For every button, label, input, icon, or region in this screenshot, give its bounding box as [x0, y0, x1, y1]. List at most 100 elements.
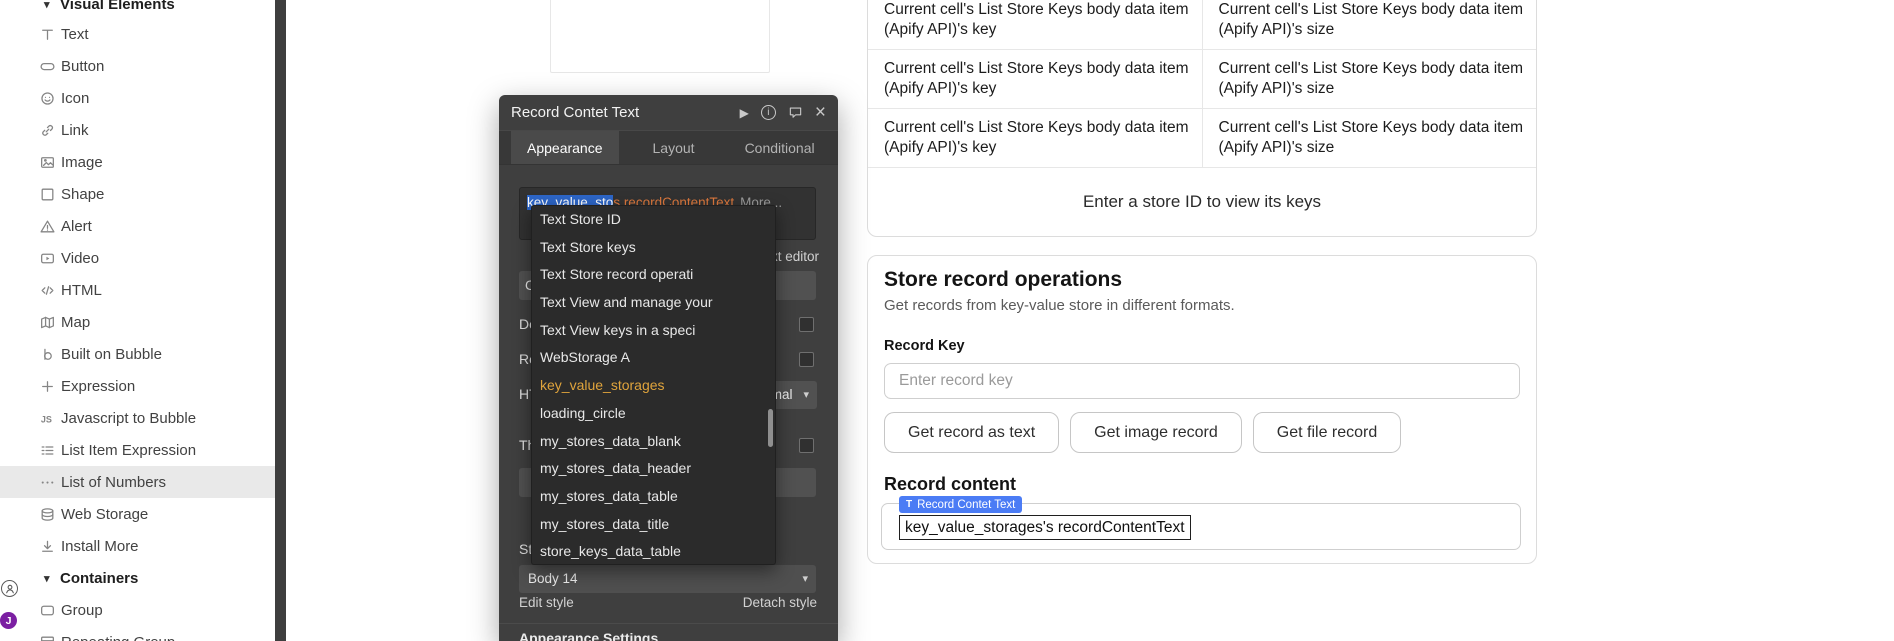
tab-layout[interactable]: Layout [637, 131, 711, 164]
table-cell-left[interactable]: Current cell's List Store Keys body data… [868, 50, 1202, 108]
property-editor: Record Contet Text ▶ i × Appearance Layou… [499, 95, 838, 641]
button-get-image-record[interactable]: Get image record [1070, 412, 1242, 453]
sidebar-item-icon[interactable]: Icon [0, 82, 275, 114]
record-content-group[interactable]: T Record Contet Text key_value_storages'… [881, 503, 1521, 550]
sidebar-item-group[interactable]: Group [0, 594, 275, 626]
sidebar-item-link[interactable]: Link [0, 114, 275, 146]
js-icon: JS [39, 410, 56, 427]
autocomplete-option[interactable]: Text Store record operati [532, 261, 775, 289]
video-icon [39, 250, 56, 267]
sidebar-item-label: Text [61, 26, 89, 43]
sidebar-item-alert[interactable]: Alert [0, 210, 275, 242]
table-cell-left[interactable]: Current cell's List Store Keys body data… [868, 0, 1202, 49]
link-icon [39, 122, 56, 139]
store-operations-card: Store record operations Get records from… [867, 255, 1537, 564]
preview-play-icon[interactable]: ▶ [740, 106, 749, 120]
sidebar-item-image[interactable]: Image [0, 146, 275, 178]
autocomplete-option[interactable]: Text View keys in a speci [532, 317, 775, 345]
sidebar-list: ▾Visual Elements Text Button IconLink Image S… [0, 0, 275, 641]
dropdown-scrollbar[interactable] [768, 409, 773, 447]
table-cell-right[interactable]: Current cell's List Store Keys body data… [1202, 50, 1537, 108]
sidebar-item-button[interactable]: Button [0, 50, 275, 82]
collaborator-avatar[interactable]: J [0, 612, 17, 629]
ops-buttons: Get record as text Get image record Get fi… [884, 412, 1520, 453]
edit-style-link[interactable]: Edit style [519, 595, 574, 610]
autocomplete-option[interactable]: loading_circle [532, 400, 775, 428]
autocomplete-option[interactable]: key_value_storages [532, 372, 775, 400]
autocomplete-option[interactable]: Text View and manage your [532, 289, 775, 317]
sidebar-item-shape[interactable]: Shape [0, 178, 275, 210]
property-editor-header[interactable]: Record Contet Text ▶ i × [499, 95, 838, 130]
table-cell-right[interactable]: Current cell's List Store Keys body data… [1202, 0, 1537, 49]
autocomplete-option[interactable]: WebStorage A [532, 344, 775, 372]
checkbox[interactable] [799, 317, 814, 332]
section-label: Visual Elements [60, 0, 175, 13]
button-get-record-as-text[interactable]: Get record as text [884, 412, 1059, 453]
sidebar-item-install-more[interactable]: Install More [0, 530, 275, 562]
sidebar-item-label: List of Numbers [61, 474, 166, 491]
property-editor-title: Record Contet Text [511, 104, 728, 121]
sidebar-item-map[interactable]: Map [0, 306, 275, 338]
sidebar-scrollbar[interactable] [275, 0, 286, 641]
sidebar-item-label: Button [61, 58, 104, 75]
rich-text-editor-link[interactable]: xt editor [771, 249, 819, 264]
record-key-input[interactable] [884, 363, 1520, 399]
sidebar-section-visual-elements[interactable]: ▾Visual Elements [0, 0, 275, 18]
install-more-icon [39, 538, 56, 555]
autocomplete-option[interactable]: Text Store ID [532, 206, 775, 234]
sidebar-item-label: Install More [61, 538, 139, 555]
style-select[interactable]: Body 14 ▾ [519, 565, 816, 593]
tab-conditional[interactable]: Conditional [729, 131, 831, 164]
chevron-down-icon: ▾ [803, 381, 809, 409]
cell-line2: (Apify API)'s size [1219, 20, 1537, 40]
checkbox[interactable] [799, 352, 814, 367]
sidebar-item-repeating-group[interactable]: Repeating Group [0, 626, 275, 641]
repeating-group-icon [39, 634, 56, 641]
card-title: Store record operations [884, 268, 1520, 292]
table-cell-left[interactable]: Current cell's List Store Keys body data… [868, 109, 1202, 167]
list-of-numbers-icon [39, 474, 56, 491]
user-presence-icon[interactable] [1, 580, 18, 597]
table-cell-right[interactable]: Current cell's List Store Keys body data… [1202, 109, 1537, 167]
close-icon[interactable]: × [815, 103, 826, 122]
autocomplete-option[interactable]: my_stores_data_header [532, 455, 775, 483]
sidebar-item-label: Group [61, 602, 103, 619]
sidebar-item-text[interactable]: Text [0, 18, 275, 50]
elements-sidebar: ▾Visual Elements Text Button IconLink Image S… [0, 0, 275, 641]
selected-text-element[interactable]: key_value_storages's recordContentText [899, 515, 1191, 540]
cell-line2: (Apify API)'s size [1219, 138, 1537, 158]
icon-icon [39, 90, 56, 107]
checkbox[interactable] [799, 438, 814, 453]
cell-line1: Current cell's List Store Keys body data… [1219, 0, 1537, 20]
selected-element-tag[interactable]: T Record Contet Text [899, 496, 1022, 513]
sidebar-item-video[interactable]: Video [0, 242, 275, 274]
sidebar-item-web-storage[interactable]: Web Storage [0, 498, 275, 530]
comment-icon[interactable] [788, 105, 803, 120]
table-row: Current cell's List Store Keys body data… [868, 0, 1536, 50]
sidebar-item-expression[interactable]: Expression [0, 370, 275, 402]
sidebar-item-label: Map [61, 314, 90, 331]
sidebar-item-label: Expression [61, 378, 135, 395]
info-icon[interactable]: i [761, 105, 776, 120]
autocomplete-option[interactable]: Text Store keys [532, 234, 775, 262]
svg-text:JS: JS [41, 414, 52, 424]
autocomplete-option[interactable]: my_stores_data_blank [532, 428, 775, 456]
appearance-settings-header[interactable]: Appearance Settings [519, 630, 658, 641]
web-storage-icon [39, 506, 56, 523]
autocomplete-option[interactable]: store_keys_data_table [532, 538, 775, 565]
sidebar-item-list-item-expression[interactable]: List Item Expression [0, 434, 275, 466]
detach-style-link[interactable]: Detach style [743, 595, 817, 610]
cell-line1: Current cell's List Store Keys body data… [884, 118, 1202, 138]
sidebar-item-javascript-to-bubble[interactable]: JSJavascript to Bubble [0, 402, 275, 434]
tab-appearance[interactable]: Appearance [511, 131, 619, 164]
sidebar-item-list-of-numbers[interactable]: List of Numbers [0, 466, 275, 498]
button-get-file-record[interactable]: Get file record [1253, 412, 1401, 453]
autocomplete-option[interactable]: my_stores_data_table [532, 483, 775, 511]
sidebar-item-html[interactable]: HTML [0, 274, 275, 306]
sidebar-item-built-on-bubble[interactable]: Built on Bubble [0, 338, 275, 370]
sidebar-item-label: Image [61, 154, 103, 171]
shape-icon [39, 186, 56, 203]
sidebar-section-containers[interactable]: ▾Containers [0, 562, 275, 594]
chevron-down-icon: ▾ [802, 565, 808, 593]
autocomplete-option[interactable]: my_stores_data_title [532, 511, 775, 539]
